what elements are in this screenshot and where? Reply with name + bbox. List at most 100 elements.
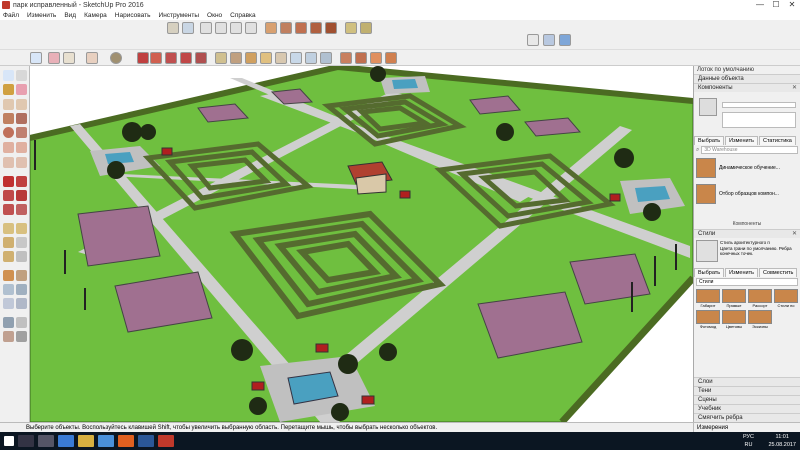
right-view-icon[interactable] [245, 22, 257, 34]
polygon-tool-icon[interactable] [16, 127, 27, 138]
zoom-window-tool-icon[interactable] [16, 284, 27, 295]
tab-style-select[interactable]: Выбрать [694, 268, 725, 277]
component-item[interactable]: Отбор образцов компон... [694, 181, 800, 207]
style-swatch[interactable]: Фотомод [696, 310, 720, 329]
language-indicator[interactable]: РУС RU [743, 433, 754, 449]
task-view-icon[interactable] [38, 435, 54, 447]
menu-tools[interactable]: Инструменты [159, 12, 200, 19]
warehouse-search-input[interactable]: 3D Warehouse [701, 146, 798, 154]
hidden-line-icon[interactable] [295, 22, 307, 34]
file-explorer-icon[interactable] [78, 435, 94, 447]
search-icon[interactable] [18, 435, 34, 447]
two-point-arc-icon[interactable] [3, 157, 14, 168]
windows-start-icon[interactable] [4, 436, 14, 446]
top-view-icon[interactable] [215, 22, 227, 34]
edge-browser-icon[interactable] [58, 435, 74, 447]
styles-section[interactable]: Стили ✕ [694, 229, 800, 238]
offset-tool-icon[interactable] [16, 204, 27, 215]
tab-select[interactable]: Выбрать [694, 136, 725, 145]
pie-tool-icon[interactable] [16, 142, 27, 153]
walk-tool-icon[interactable] [16, 317, 27, 328]
zoom-extents-tool-icon[interactable] [3, 298, 14, 309]
word-icon[interactable] [138, 435, 154, 447]
menu-draw[interactable]: Нарисовать [115, 12, 151, 19]
style-swatch[interactable]: Цветовы [722, 310, 746, 329]
menu-camera[interactable]: Камера [84, 12, 107, 19]
paint-bucket-icon[interactable] [110, 52, 122, 64]
front-view-icon[interactable] [230, 22, 242, 34]
style-swatch[interactable]: Прямые [722, 289, 746, 308]
tab-statistics[interactable]: Статистика [758, 136, 796, 145]
warehouse-icon[interactable] [340, 52, 352, 64]
scale-icon[interactable] [180, 52, 192, 64]
instructor-section[interactable]: Учебник [694, 404, 800, 413]
component-desc-field[interactable] [722, 112, 796, 128]
sketchup-taskbar-icon[interactable] [158, 435, 174, 447]
zoom-tool-icon[interactable] [3, 284, 14, 295]
look-around-icon[interactable] [3, 331, 14, 342]
style-swatch[interactable]: Рассорт [748, 289, 772, 308]
previous-view-icon[interactable] [16, 298, 27, 309]
menu-edit[interactable]: Изменить [27, 12, 56, 19]
menu-help[interactable]: Справка [230, 12, 256, 19]
layers-section[interactable]: Слои [694, 377, 800, 386]
tape-tool-icon[interactable] [3, 223, 14, 234]
tab-style-mix[interactable]: Совместить [758, 268, 798, 277]
pencil-line-icon[interactable] [63, 52, 75, 64]
close-icon[interactable]: ✕ [792, 230, 797, 239]
component-tool-icon[interactable] [16, 70, 27, 81]
camera-orbit-icon[interactable] [167, 22, 179, 34]
pan-tool-icon[interactable] [16, 270, 27, 281]
scale-tool-icon[interactable] [3, 204, 14, 215]
components-section[interactable]: Компоненты ✕ [694, 83, 800, 92]
shaded-icon[interactable] [310, 22, 322, 34]
offset-icon[interactable] [195, 52, 207, 64]
extension-warehouse-icon[interactable] [355, 52, 367, 64]
axes-icon[interactable] [245, 52, 257, 64]
menu-view[interactable]: Вид [64, 12, 76, 19]
scenes-section[interactable]: Сцены [694, 395, 800, 404]
entity-info-section[interactable]: Данные объекта [694, 74, 800, 83]
minimize-icon[interactable]: — [752, 0, 768, 10]
navigate-icon[interactable] [543, 34, 555, 46]
select-arrow-icon[interactable] [30, 52, 42, 64]
iso-view-icon[interactable] [200, 22, 212, 34]
wireframe-icon[interactable] [280, 22, 292, 34]
3d-text-icon[interactable] [16, 251, 27, 262]
arc-icon[interactable] [86, 52, 98, 64]
zoom-window-icon[interactable] [320, 52, 332, 64]
clock[interactable]: 11:01 25.08.2017 [768, 433, 796, 449]
orbit-tool-icon[interactable] [3, 270, 14, 281]
model-viewport[interactable] [30, 66, 693, 422]
arc-tool-icon[interactable] [3, 142, 14, 153]
layout-icon[interactable] [385, 52, 397, 64]
measurements-box[interactable]: Измерения [693, 423, 800, 432]
freehand-tool-icon[interactable] [16, 99, 27, 110]
rectangle-tool-icon[interactable] [3, 113, 14, 124]
tab-style-edit[interactable]: Изменить [725, 268, 758, 277]
share-model-icon[interactable] [370, 52, 382, 64]
eraser-tool-icon[interactable] [16, 84, 27, 95]
three-point-arc-icon[interactable] [16, 157, 27, 168]
section-plane-icon[interactable] [345, 22, 357, 34]
dimension-tool-icon[interactable] [16, 223, 27, 234]
circle-tool-icon[interactable] [3, 127, 14, 138]
paint-tool-icon[interactable] [3, 84, 14, 95]
push-pull-tool-icon[interactable] [16, 176, 27, 187]
follow-me-icon[interactable] [16, 190, 27, 201]
styles-dropdown[interactable]: Стили [696, 278, 798, 286]
eraser-icon[interactable] [48, 52, 60, 64]
pan-icon[interactable] [275, 52, 287, 64]
rotated-rect-tool-icon[interactable] [16, 113, 27, 124]
style-swatch[interactable]: Эскизны [748, 310, 772, 329]
rotate-tool-icon[interactable] [3, 190, 14, 201]
position-camera-icon[interactable] [3, 317, 14, 328]
shadows-section[interactable]: Тени [694, 386, 800, 395]
menu-file[interactable]: Файл [3, 12, 19, 19]
text-label-icon[interactable] [16, 237, 27, 248]
move-icon[interactable] [150, 52, 162, 64]
shaded-textures-icon[interactable] [325, 22, 337, 34]
store-icon[interactable] [98, 435, 114, 447]
firefox-icon[interactable] [118, 435, 134, 447]
component-item[interactable]: Динамическое обучение... [694, 155, 800, 181]
